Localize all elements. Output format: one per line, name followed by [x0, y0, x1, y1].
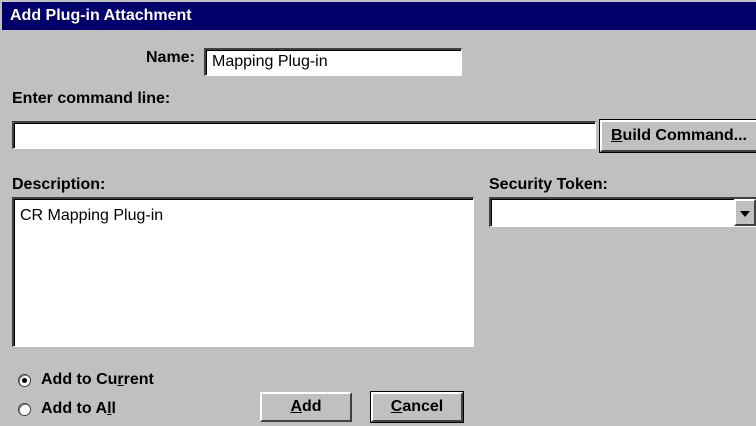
dialog-title: Add Plug-in Attachment [2, 2, 756, 30]
radio-checked-icon[interactable] [18, 373, 31, 387]
add-to-all-option[interactable]: Add to All [18, 400, 116, 418]
security-token-select[interactable] [489, 197, 756, 227]
build-command-button[interactable]: Build Command... [599, 119, 756, 153]
chevron-down-icon[interactable] [734, 199, 756, 226]
security-token-label: Security Token: [489, 176, 608, 193]
add-button[interactable]: Add [260, 392, 352, 422]
add-to-current-option[interactable]: Add to Current [18, 371, 154, 389]
radio-unchecked-icon[interactable] [18, 402, 31, 416]
command-line-input[interactable] [12, 121, 596, 149]
name-input[interactable]: Mapping Plug-in [204, 48, 462, 76]
add-to-all-label: Add to All [41, 400, 116, 417]
add-plugin-attachment-dialog: Add Plug-in Attachment Name: Mapping Plu… [0, 0, 756, 426]
description-label: Description: [12, 176, 106, 193]
add-to-current-label: Add to Current [41, 371, 154, 388]
description-textarea[interactable]: CR Mapping Plug-in [12, 197, 474, 347]
cancel-button[interactable]: Cancel [370, 391, 464, 423]
command-line-label: Enter command line: [12, 90, 171, 107]
name-label: Name: [146, 49, 195, 66]
